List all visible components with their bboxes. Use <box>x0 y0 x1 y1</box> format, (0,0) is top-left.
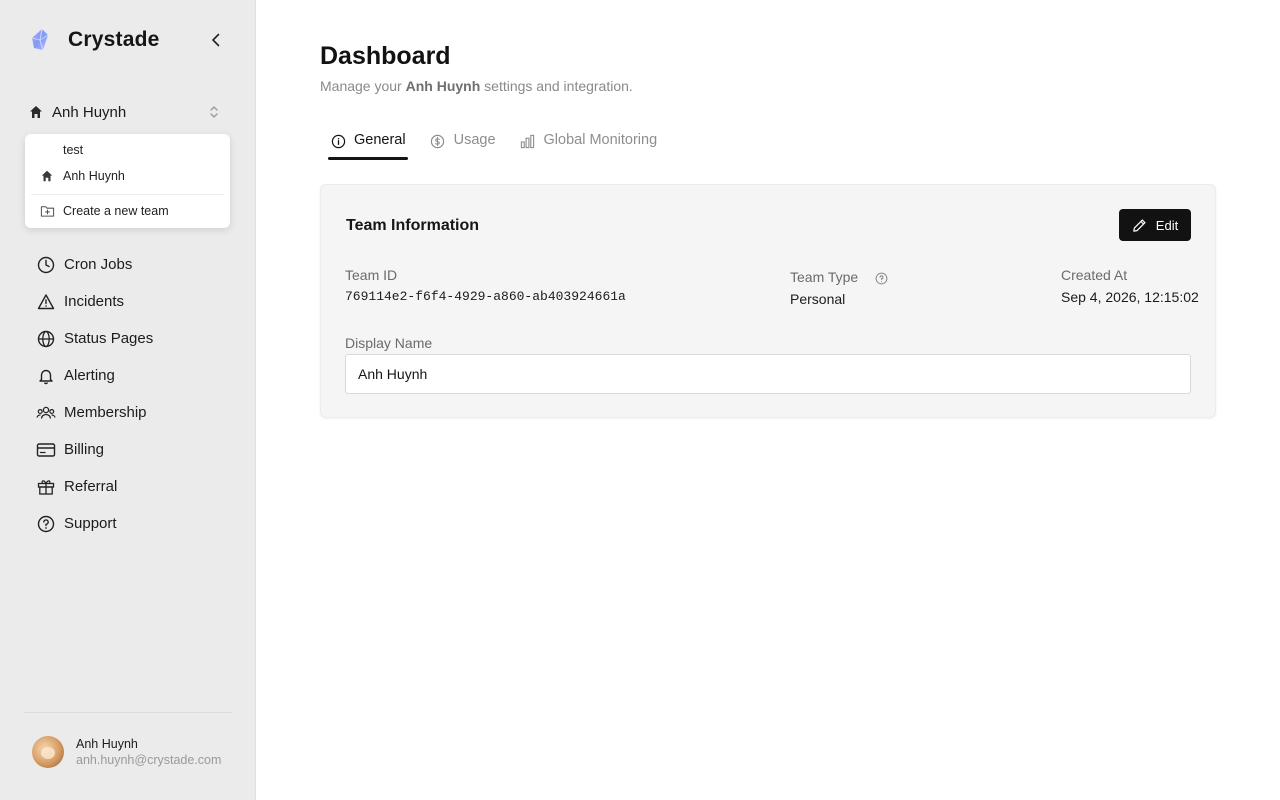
tab-global-monitoring[interactable]: Global Monitoring <box>520 128 658 160</box>
team-option-label: test <box>63 143 84 157</box>
sidebar-item-label: Referral <box>64 478 118 495</box>
user-name: Anh Huynh <box>76 737 138 751</box>
bar-chart-icon <box>520 133 536 149</box>
sidebar-item-label: Incidents <box>64 293 125 310</box>
card-title: Team Information <box>346 217 480 234</box>
folder-plus-icon <box>39 203 55 219</box>
help-icon[interactable] <box>874 271 888 285</box>
chevron-updown-icon <box>210 106 218 118</box>
sidebar: Crystade Anh Huynh test Anh Huynh Create… <box>0 0 256 800</box>
subtitle-prefix: Manage your <box>320 78 406 94</box>
created-at-label: Created At <box>1061 267 1128 283</box>
tab-label: Usage <box>453 132 496 148</box>
gift-icon <box>36 477 56 497</box>
tab-general[interactable]: General <box>328 128 408 160</box>
team-option-test[interactable]: test <box>63 140 83 160</box>
team-option-label: Anh Huynh <box>63 169 125 183</box>
team-switcher-label: Anh Huynh <box>52 103 127 121</box>
tab-label: General <box>354 132 406 148</box>
brand[interactable]: Crystade <box>28 26 159 54</box>
tab-usage[interactable]: Usage <box>430 128 496 160</box>
team-id-value: 769114e2-f6f4-4929-a860-ab403924661a <box>345 289 626 304</box>
user-info: Anh Huynh anh.huynh@crystade.com <box>76 736 221 768</box>
subtitle-team-name: Anh Huynh <box>405 78 481 94</box>
page-title: Dashboard <box>320 42 451 70</box>
create-team-button[interactable]: Create a new team <box>39 201 169 221</box>
sidebar-item-support[interactable]: Support <box>36 505 226 542</box>
sidebar-item-membership[interactable]: Membership <box>36 394 226 431</box>
sidebar-item-cron-jobs[interactable]: Cron Jobs <box>36 246 226 283</box>
created-at-value: Sep 4, 2026, 12:15:02 <box>1061 289 1199 305</box>
clock-icon <box>36 255 56 275</box>
chevron-left-icon <box>212 33 220 47</box>
user-email: anh.huynh@crystade.com <box>76 753 222 767</box>
help-circle-icon <box>36 514 56 534</box>
menu-divider <box>31 194 224 195</box>
home-icon <box>30 106 42 118</box>
page-subtitle: Manage your Anh Huynh settings and integ… <box>320 78 633 94</box>
subtitle-suffix: settings and integration. <box>480 78 633 94</box>
warning-icon <box>36 292 56 312</box>
info-icon <box>330 133 346 149</box>
bell-icon <box>36 366 56 386</box>
team-type-value: Personal <box>790 291 846 307</box>
home-icon <box>39 168 55 184</box>
user-profile[interactable]: Anh Huynh anh.huynh@crystade.com <box>32 736 221 768</box>
team-type-label: Team Type <box>790 269 859 285</box>
team-information-card: Team Information Edit Team ID 769114e2-f… <box>320 184 1216 418</box>
edit-button[interactable]: Edit <box>1119 209 1191 241</box>
team-menu: test Anh Huynh Create a new team <box>25 134 230 228</box>
crystal-logo-icon <box>28 28 52 52</box>
team-switcher[interactable]: Anh Huynh <box>28 98 228 126</box>
avatar <box>32 736 64 768</box>
sidebar-nav: Cron Jobs Incidents Status Pages Alertin… <box>36 246 226 542</box>
sidebar-item-label: Status Pages <box>64 330 154 347</box>
create-team-label: Create a new team <box>63 204 169 218</box>
sidebar-item-status-pages[interactable]: Status Pages <box>36 320 226 357</box>
tabs: General Usage Global Monitoring <box>328 128 681 160</box>
dollar-icon <box>430 133 446 149</box>
collapse-sidebar-button[interactable] <box>204 28 228 52</box>
tab-label: Global Monitoring <box>543 132 658 148</box>
display-name-input[interactable] <box>345 354 1191 394</box>
display-name-label: Display Name <box>345 335 433 351</box>
sidebar-item-incidents[interactable]: Incidents <box>36 283 226 320</box>
sidebar-item-label: Billing <box>64 441 105 458</box>
sidebar-item-label: Membership <box>64 404 147 421</box>
pencil-icon <box>1132 217 1148 233</box>
team-option-anh-huynh[interactable]: Anh Huynh <box>39 166 125 186</box>
credit-card-icon <box>36 440 56 460</box>
brand-name: Crystade <box>68 28 160 51</box>
sidebar-item-alerting[interactable]: Alerting <box>36 357 226 394</box>
sidebar-item-label: Support <box>64 515 117 532</box>
sidebar-item-label: Cron Jobs <box>64 256 133 273</box>
sidebar-item-label: Alerting <box>64 367 115 384</box>
globe-icon <box>36 329 56 349</box>
sidebar-item-billing[interactable]: Billing <box>36 431 226 468</box>
sidebar-divider <box>24 712 232 713</box>
users-icon <box>36 403 56 423</box>
team-id-label: Team ID <box>345 267 398 283</box>
edit-button-label: Edit <box>1155 217 1179 233</box>
main-content: Dashboard Manage your Anh Huynh settings… <box>256 0 1280 800</box>
sidebar-item-referral[interactable]: Referral <box>36 468 226 505</box>
